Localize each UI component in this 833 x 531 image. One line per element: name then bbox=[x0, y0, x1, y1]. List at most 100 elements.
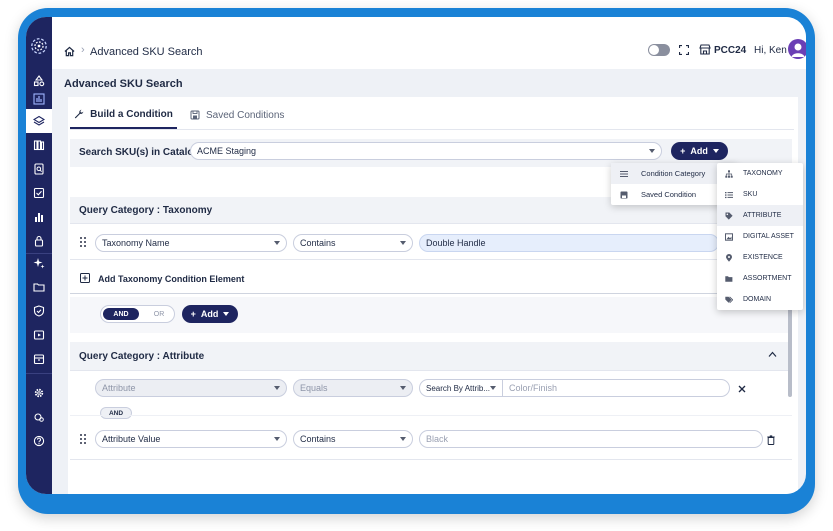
close-icon[interactable] bbox=[738, 385, 746, 393]
store-icon bbox=[699, 44, 711, 55]
taxonomy-operator-value: Contains bbox=[300, 238, 336, 248]
taxonomy-value-input[interactable]: Double Handle bbox=[419, 234, 719, 252]
store-label[interactable]: PCC24 bbox=[714, 45, 746, 56]
dashboard-icon[interactable] bbox=[26, 87, 52, 111]
checklist-icon[interactable] bbox=[26, 181, 52, 205]
attribute-field-select[interactable]: Attribute bbox=[95, 379, 287, 397]
wrench-icon bbox=[74, 109, 84, 119]
chevron-down-icon bbox=[490, 386, 496, 390]
list-icon bbox=[620, 170, 628, 177]
taxonomy-operator-select[interactable]: Contains bbox=[293, 234, 413, 252]
spiral-logo-icon bbox=[31, 38, 47, 54]
tab-build-condition[interactable]: Build a Condition bbox=[70, 101, 177, 129]
chevron-down-icon bbox=[274, 241, 280, 245]
file-search-icon[interactable] bbox=[26, 157, 52, 181]
library-icon[interactable] bbox=[26, 133, 52, 157]
plus-icon: + bbox=[190, 309, 196, 319]
catalog-label: Search SKU(s) in Catalog bbox=[79, 147, 200, 158]
pin-icon bbox=[726, 253, 732, 262]
app-screen: › Advanced SKU Search PCC24 Hi, Ken Adva… bbox=[26, 17, 806, 494]
tab-label: Saved Conditions bbox=[206, 109, 285, 121]
nav-rail bbox=[26, 17, 52, 494]
menu-item-taxonomy[interactable]: TAXONOMY bbox=[717, 163, 803, 184]
trash-icon[interactable] bbox=[767, 435, 775, 445]
tag-icon bbox=[725, 212, 733, 220]
catalog-select[interactable]: ACME Staging bbox=[190, 142, 662, 160]
help-icon[interactable] bbox=[26, 429, 52, 453]
taxonomy-field-select[interactable]: Taxonomy Name bbox=[95, 234, 287, 252]
add-label: Add bbox=[690, 146, 708, 156]
link-settings-icon[interactable] bbox=[26, 405, 52, 429]
drag-handle-icon[interactable] bbox=[80, 434, 86, 444]
chevron-up-icon[interactable] bbox=[768, 351, 777, 358]
folder-icon[interactable] bbox=[26, 275, 52, 299]
menu-item-sku[interactable]: SKU bbox=[717, 184, 803, 205]
tab-saved-conditions[interactable]: Saved Conditions bbox=[190, 101, 284, 129]
chevron-down-icon bbox=[400, 386, 406, 390]
attribute-operator-select[interactable]: Equals bbox=[293, 379, 413, 397]
menu-item-domain[interactable]: DOMAIN bbox=[717, 289, 803, 310]
theme-toggle[interactable] bbox=[648, 44, 670, 56]
chevron-down-icon bbox=[274, 386, 280, 390]
search-by-select[interactable]: Search By Attrib... bbox=[419, 379, 503, 397]
menu-item-attribute[interactable]: ATTRIBUTE bbox=[717, 205, 803, 226]
add-square-icon[interactable] bbox=[80, 273, 90, 283]
attribute-value-operator-select[interactable]: Contains bbox=[293, 430, 413, 448]
menu-item-label: ASSORTMENT bbox=[743, 275, 792, 282]
menu-item-label: ATTRIBUTE bbox=[743, 212, 782, 219]
user-icon bbox=[791, 43, 805, 57]
menu-item-assortment[interactable]: ASSORTMENT bbox=[717, 268, 803, 289]
add-taxonomy-element-link[interactable]: Add Taxonomy Condition Element bbox=[98, 274, 244, 284]
plus-icon: + bbox=[680, 146, 686, 156]
home-icon[interactable] bbox=[64, 46, 75, 57]
lock-icon[interactable] bbox=[26, 229, 52, 253]
attribute-value-input[interactable]: Black bbox=[419, 430, 763, 448]
list-icon bbox=[725, 191, 733, 198]
menu-item-label: TAXONOMY bbox=[743, 170, 783, 177]
divider bbox=[70, 259, 792, 260]
drag-handle-icon[interactable] bbox=[80, 237, 86, 247]
shield-check-icon[interactable] bbox=[26, 299, 52, 323]
page-title: Advanced SKU Search bbox=[64, 78, 183, 90]
chevron-down-icon bbox=[712, 149, 719, 153]
category-submenu: TAXONOMY SKU ATTRIBUTE DIGITAL ASSET EXI… bbox=[717, 163, 803, 310]
menu-item-label: EXISTENCE bbox=[743, 254, 783, 261]
layers-icon[interactable] bbox=[26, 109, 52, 133]
scrollbar[interactable] bbox=[788, 307, 792, 397]
logic-add-button[interactable]: + Add bbox=[182, 305, 238, 323]
attribute-operator-value: Equals bbox=[300, 383, 328, 393]
bar-chart-icon[interactable] bbox=[26, 205, 52, 229]
catalog-value: ACME Staging bbox=[197, 146, 257, 156]
attribute-name-input[interactable]: Color/Finish bbox=[502, 379, 730, 397]
menu-item-digital-asset[interactable]: DIGITAL ASSET bbox=[717, 226, 803, 247]
menu-item-label: SKU bbox=[743, 191, 758, 198]
catalog-add-button[interactable]: + Add bbox=[671, 142, 728, 160]
avatar[interactable] bbox=[788, 39, 806, 59]
attribute-field-value: Attribute bbox=[102, 383, 136, 393]
divider bbox=[70, 459, 792, 460]
and-or-toggle[interactable]: AND OR bbox=[100, 305, 175, 323]
divider bbox=[70, 370, 792, 371]
divider bbox=[70, 415, 792, 416]
menu-item-label: DOMAIN bbox=[743, 296, 771, 303]
save-icon bbox=[620, 191, 628, 198]
hierarchy-icon bbox=[725, 169, 733, 178]
attribute-name-placeholder: Color/Finish bbox=[509, 383, 558, 393]
tab-divider bbox=[70, 129, 794, 130]
and-option[interactable]: AND bbox=[103, 308, 139, 320]
archive-icon[interactable] bbox=[26, 347, 52, 371]
attribute-value-field-select[interactable]: Attribute Value bbox=[95, 430, 287, 448]
fullscreen-icon[interactable] bbox=[679, 45, 689, 55]
settings-gear-icon[interactable] bbox=[26, 381, 52, 405]
sparkle-icon[interactable] bbox=[26, 251, 52, 275]
chevron-down-icon bbox=[649, 149, 655, 153]
menu-item-existence[interactable]: EXISTENCE bbox=[717, 247, 803, 268]
video-icon[interactable] bbox=[26, 323, 52, 347]
top-bar: › Advanced SKU Search PCC24 Hi, Ken bbox=[52, 17, 806, 69]
or-option[interactable]: OR bbox=[147, 308, 171, 320]
and-chip[interactable]: AND bbox=[100, 407, 132, 419]
attribute-value-placeholder: Black bbox=[426, 434, 449, 444]
attribute-value-operator-value: Contains bbox=[300, 434, 336, 444]
taxonomy-value-text: Double Handle bbox=[426, 238, 486, 248]
breadcrumb[interactable]: Advanced SKU Search bbox=[90, 46, 203, 58]
